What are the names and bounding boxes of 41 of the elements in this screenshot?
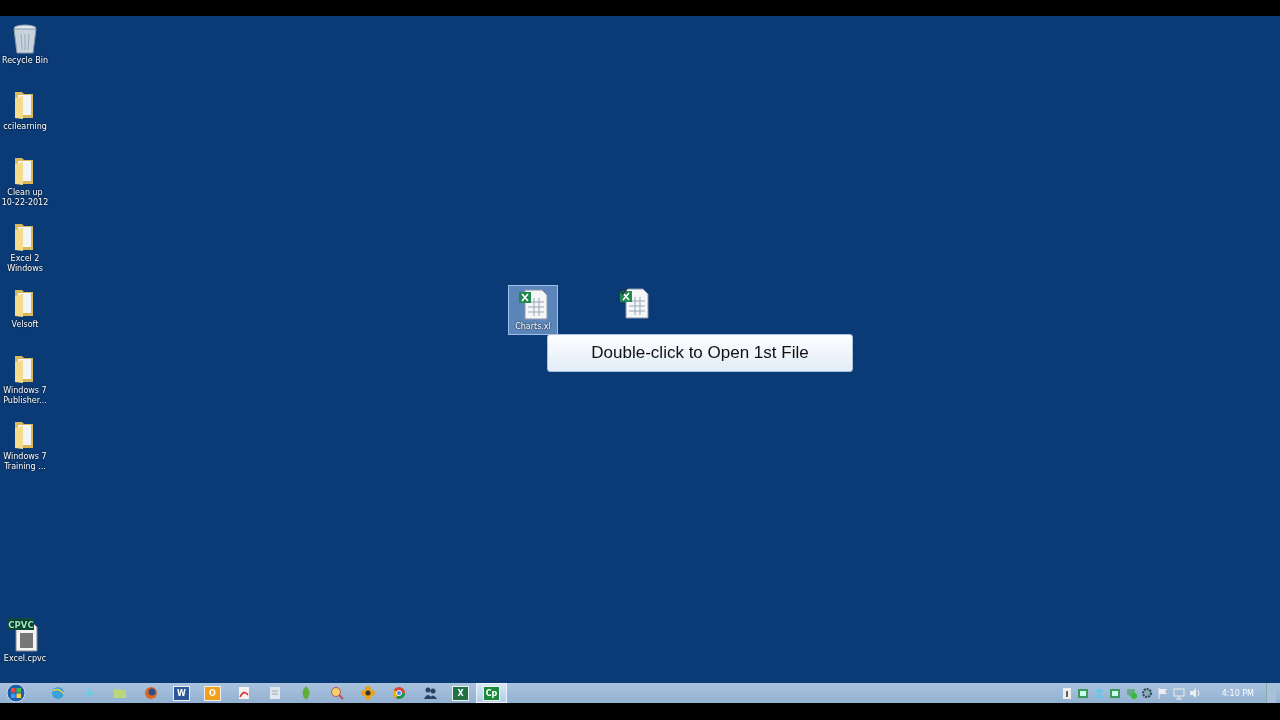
fox-icon	[142, 685, 159, 701]
gear-icon[interactable]	[1139, 686, 1154, 700]
taskbar-button[interactable]: W	[166, 683, 197, 703]
desktop-icon[interactable]: Charts.xl	[508, 285, 558, 335]
taskbar-button[interactable]: Cp	[476, 683, 507, 703]
recycle-bin-icon	[12, 24, 38, 54]
app-icon: W	[173, 685, 190, 701]
icon-label: Charts.xl	[515, 322, 551, 332]
icon-label: ccilearning	[3, 122, 47, 132]
taskbar-button[interactable]: X	[445, 683, 476, 703]
desktop-icon[interactable]: Windows 7 Training ...	[0, 418, 50, 474]
window-icon[interactable]	[1107, 686, 1122, 700]
icon-label: Windows 7 Publisher...	[2, 386, 48, 406]
magnifier-icon	[328, 685, 345, 701]
desktop-icon[interactable]: ccilearning	[0, 88, 50, 134]
spreadsheet-file-icon	[517, 288, 549, 320]
tooltip: Double-click to Open 1st File	[547, 334, 853, 372]
app-icon: Cp	[483, 685, 500, 701]
desktop-icon[interactable]: Clean up 10-22-2012	[0, 154, 50, 210]
spreadsheet-check-file-icon	[618, 287, 650, 319]
network-icon[interactable]	[1171, 686, 1186, 700]
desktop-icon[interactable]: Velsoft	[0, 286, 50, 332]
desktop-icon[interactable]: Recycle Bin	[0, 22, 50, 68]
people-icon	[421, 685, 438, 701]
app-icon: X	[452, 685, 469, 701]
desktop-icon[interactable]: Windows 7 Publisher...	[0, 352, 50, 408]
icon-label: Excel.cpvc	[3, 654, 47, 664]
desktop-icon[interactable]: Excel 2 Windows	[0, 220, 50, 276]
icon-label: Clean up 10-22-2012	[0, 188, 50, 208]
window-icon[interactable]	[1075, 686, 1090, 700]
flower-icon	[359, 685, 376, 701]
circle-logo-icon	[390, 685, 407, 701]
icon-label: Recycle Bin	[1, 56, 49, 66]
start-button[interactable]	[4, 683, 28, 703]
icon-label: Windows 7 Training ...	[2, 452, 48, 472]
icon-label: Excel 2 Windows	[6, 254, 44, 274]
speaker-icon[interactable]	[1187, 686, 1202, 700]
icon-label: Velsoft	[11, 320, 39, 330]
desktop-icon[interactable]: CPVC Excel.cpvc	[0, 616, 50, 666]
globe-icon	[49, 685, 66, 701]
app-icon: O	[204, 685, 221, 701]
